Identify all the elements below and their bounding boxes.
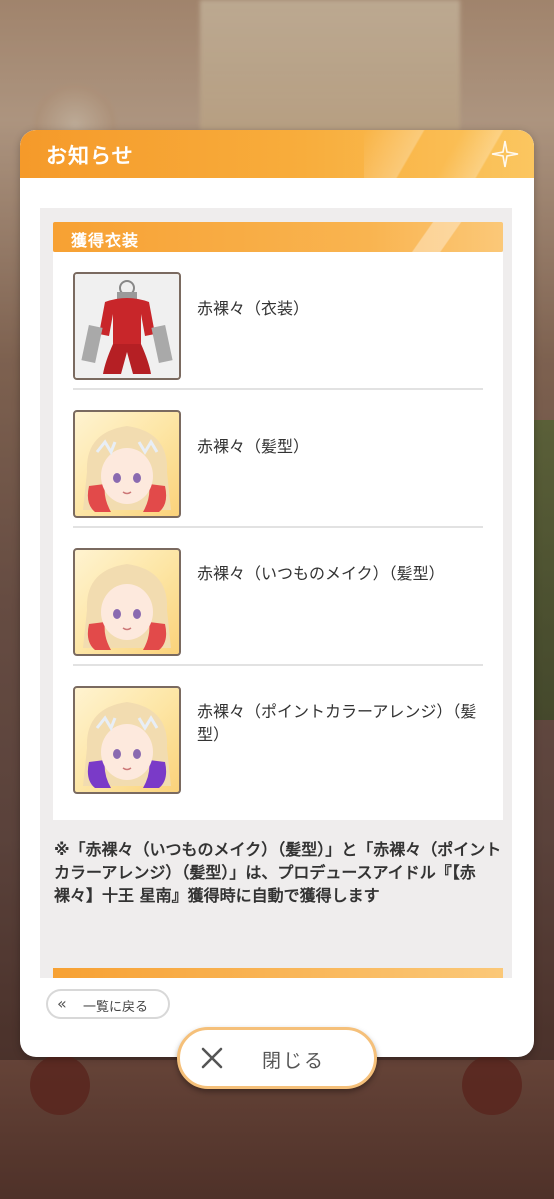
- list-item: 赤裸々（衣装）: [53, 252, 503, 390]
- double-chevron-left-icon: ‹‹: [57, 994, 67, 1013]
- item-label: 赤裸々（ポイントカラーアレンジ）（髪型）: [197, 702, 477, 744]
- item-list: 赤裸々（衣装） 赤裸々（髪型） 赤裸々（いつものメイク）（髪型） 赤裸々（ポイン…: [53, 252, 503, 820]
- item-label: 赤裸々（衣装）: [197, 299, 310, 318]
- modal-title: お知らせ: [46, 144, 134, 168]
- sparkle-icon: [491, 140, 519, 168]
- list-item: 赤裸々（いつものメイク）（髪型）: [53, 528, 503, 666]
- close-button-label: 閉じる: [262, 1050, 326, 1072]
- modal-header: お知らせ: [20, 130, 534, 178]
- notice-note: ※「赤裸々（いつものメイク）（髪型）」と「赤裸々（ポイントカラーアレンジ）（髪型…: [54, 840, 502, 905]
- costume-icon: [73, 272, 181, 380]
- section-title: 獲得衣装: [71, 231, 140, 250]
- notice-modal: お知らせ 獲得衣装 赤裸々（衣装） 赤裸々（髪型） 赤裸々（いつものメイク）（髪…: [20, 130, 534, 1057]
- next-section-header: [53, 968, 503, 978]
- section-header: 獲得衣装: [53, 222, 503, 252]
- item-label: 赤裸々（髪型）: [197, 437, 310, 456]
- back-button-label: 一覧に戻る: [83, 1000, 149, 1015]
- hairstyle-icon: [73, 686, 181, 794]
- section-stripe-decoration: [383, 222, 503, 252]
- item-label: 赤裸々（いつものメイク）（髪型）: [197, 564, 445, 583]
- hairstyle-icon: [73, 548, 181, 656]
- notice-scroll-area[interactable]: 獲得衣装 赤裸々（衣装） 赤裸々（髪型） 赤裸々（いつものメイク）（髪型） 赤裸…: [40, 208, 512, 978]
- list-item: 赤裸々（髪型）: [53, 390, 503, 528]
- close-button[interactable]: 閉じる: [177, 1027, 377, 1089]
- close-icon: [201, 1047, 223, 1069]
- list-item: 赤裸々（ポイントカラーアレンジ）（髪型）: [53, 666, 503, 804]
- hairstyle-icon: [73, 410, 181, 518]
- back-to-list-button[interactable]: ‹‹ 一覧に戻る: [46, 989, 170, 1019]
